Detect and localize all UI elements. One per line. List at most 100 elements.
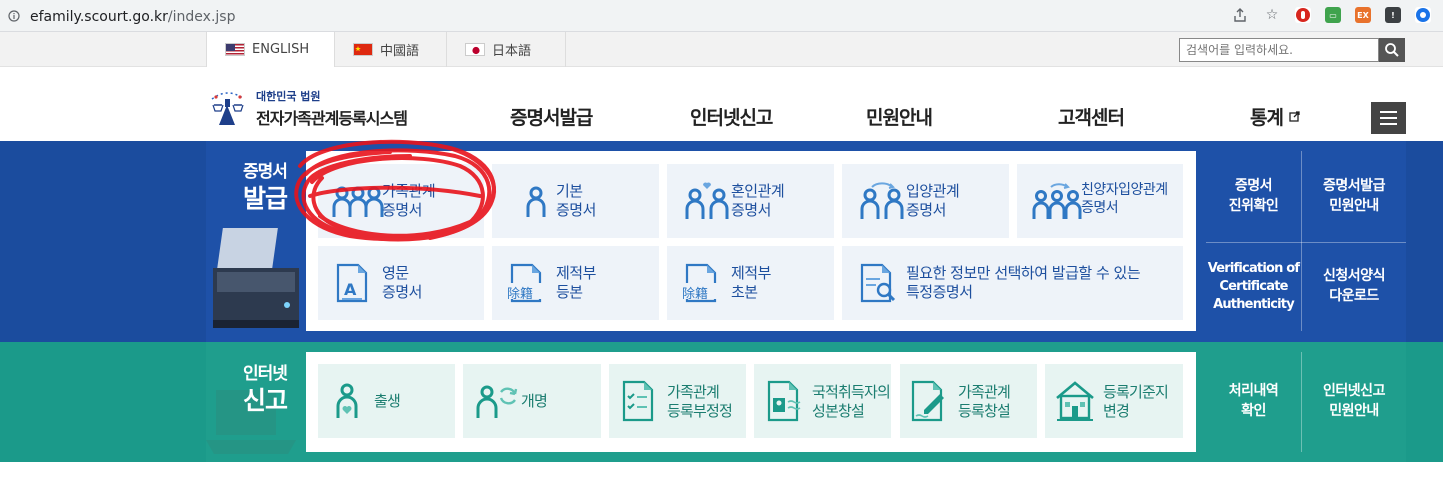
tile-naturalized-surname[interactable]: 국적취득자의 성본창설 (754, 364, 891, 438)
tile-line1: 등록기준지 (1103, 383, 1169, 401)
verify-cert-link[interactable]: 증명서 진위확인 (1206, 151, 1301, 242)
tile-basic-cert[interactable]: 기본 증명서 (492, 164, 659, 238)
checklist-icon (622, 380, 654, 422)
cert-section-title-2: 발급 (243, 184, 288, 213)
tile-base-change[interactable]: 등록기준지 변경 (1045, 364, 1183, 438)
lang-english[interactable]: ENGLISH (206, 32, 334, 67)
share-icon[interactable] (1231, 6, 1249, 24)
house-icon (1056, 381, 1094, 421)
search-button[interactable] (1379, 38, 1405, 62)
removed-badge: 除籍 (682, 287, 709, 302)
court-emblem-icon (211, 92, 245, 125)
side-line2: 민원안내 (1329, 197, 1379, 214)
tile-full-adoption-cert-label: 친양자입양관계 증명서 (1081, 182, 1168, 217)
tile-rename[interactable]: 개명 (463, 364, 601, 438)
tile-line2: 등록부정정 (667, 401, 733, 420)
side-line1: 인터넷신고 (1323, 383, 1385, 400)
jp-flag-icon (465, 43, 485, 56)
tile-english-cert[interactable]: A 영문 증명서 (318, 246, 484, 320)
side-line2: Certificate (1219, 278, 1288, 294)
side-line2: 다운로드 (1329, 288, 1379, 304)
report-section-title-2: 신고 (243, 386, 288, 415)
url-host: efamily.scourt.go.kr (30, 9, 168, 25)
full-adoption-icon (1032, 183, 1082, 219)
info-icon[interactable] (8, 10, 20, 22)
nav-civil-guide[interactable]: 민원안내 (866, 103, 933, 130)
tile-line2: 변경 (1103, 401, 1130, 420)
extension-green-icon[interactable]: ▭ (1325, 7, 1341, 23)
tile-rename-label: 개명 (521, 392, 548, 410)
tile-line2: 증명서 (556, 200, 596, 219)
tile-removed-copy[interactable]: 除籍 제적부 등본 (492, 246, 659, 320)
url-text[interactable]: efamily.scourt.go.kr/index.jsp (30, 9, 235, 25)
tile-line2: 특정증명서 (906, 282, 973, 301)
extension-dark-icon[interactable]: ! (1385, 7, 1401, 23)
family-icon (332, 186, 384, 217)
removed-badge: 除籍 (507, 287, 534, 302)
tile-base-change-label: 등록기준지 변경 (1103, 383, 1169, 421)
tile-birth[interactable]: 출생 (318, 364, 455, 438)
nav-internet-report[interactable]: 인터넷신고 (690, 103, 773, 130)
site-logo[interactable]: 대한민국 법원 전자가족관계등록시스템 (206, 85, 426, 129)
tile-line1: 제적부 (556, 264, 596, 282)
nav-certificates[interactable]: 증명서발급 (510, 103, 593, 130)
search-input[interactable] (1179, 38, 1379, 62)
tile-marriage-cert[interactable]: 혼인관계 증명서 (667, 164, 834, 238)
profile-icon[interactable] (1415, 7, 1431, 23)
tile-family-cert[interactable]: 가족관계 증명서 (318, 164, 484, 238)
rename-icon (476, 385, 518, 418)
tile-family-registration[interactable]: 가족관계 등록창설 (900, 364, 1037, 438)
tile-marriage-cert-label: 혼인관계 증명서 (731, 182, 785, 220)
printer-illustration-icon (213, 228, 299, 328)
tile-line1: 국적취득자의 (812, 383, 891, 401)
adoption-icon (860, 182, 904, 219)
report-section-title-1: 인터넷 (243, 364, 288, 384)
extension-red-icon[interactable] (1295, 7, 1311, 23)
star-icon[interactable]: ☆ (1263, 6, 1281, 24)
tile-line1: 필요한 정보만 선택하여 발급할 수 있는 (906, 264, 1141, 282)
lang-english-label: ENGLISH (252, 42, 310, 57)
tile-adoption-cert[interactable]: 입양관계 증명서 (842, 164, 1009, 238)
tile-line2: 등본 (556, 282, 583, 301)
tile-removed-copy-label: 제적부 등본 (556, 264, 596, 302)
process-history-link[interactable]: 처리내역 확인 (1206, 352, 1301, 452)
nav-statistics-label: 통계 (1250, 107, 1284, 129)
doc-edit-icon (911, 380, 944, 422)
tile-line1: 제적부 (731, 264, 771, 282)
verification-en-link[interactable]: Verification of Certificate Authenticity (1204, 243, 1303, 331)
tile-removed-abstract[interactable]: 除籍 제적부 초본 (667, 246, 834, 320)
extension-ex-icon[interactable]: EX (1355, 7, 1371, 23)
tile-line2: 초본 (731, 282, 758, 301)
report-guide-link[interactable]: 인터넷신고 민원안내 (1302, 352, 1406, 452)
external-link-icon (1288, 111, 1300, 122)
cn-flag-icon (353, 43, 373, 56)
tile-removed-abstract-label: 제적부 초본 (731, 264, 771, 302)
tile-correction[interactable]: 가족관계 등록부정정 (609, 364, 746, 438)
tile-naturalized-surname-label: 국적취득자의 성본창설 (812, 383, 891, 421)
url-path: /index.jsp (167, 9, 236, 25)
cert-guide-link[interactable]: 증명서발급 민원안내 (1302, 151, 1406, 242)
tile-line2: 등록창설 (958, 401, 1011, 420)
menu-button[interactable] (1371, 102, 1406, 134)
id-card-icon (767, 380, 801, 422)
lang-chinese[interactable]: 中國語 (334, 32, 446, 67)
tile-line2: 증명서 (906, 200, 946, 219)
tile-family-registration-label: 가족관계 등록창설 (958, 383, 1011, 421)
form-download-link[interactable]: 신청서양식 다운로드 (1302, 243, 1406, 331)
menu-bar-2 (1380, 117, 1397, 119)
person-icon (526, 186, 546, 217)
tile-specific-cert[interactable]: 필요한 정보만 선택하여 발급할 수 있는 특정증명서 (842, 246, 1183, 320)
nav-statistics[interactable]: 통계 (1250, 103, 1300, 130)
tile-line2: 증명서 (1081, 199, 1119, 216)
lang-japanese[interactable]: 日本語 (446, 32, 566, 67)
cert-section-title-1: 증명서 (243, 162, 288, 182)
search-icon (1385, 43, 1399, 57)
side-line2: 확인 (1241, 403, 1266, 419)
tile-family-cert-label: 가족관계 증명서 (382, 182, 436, 220)
address-bar[interactable]: efamily.scourt.go.kr/index.jsp (0, 2, 1190, 30)
lang-chinese-label: 中國語 (380, 44, 420, 59)
nav-customer-center[interactable]: 고객센터 (1058, 103, 1125, 130)
lang-japanese-label: 日本語 (492, 44, 532, 59)
tile-full-adoption-cert[interactable]: 친양자입양관계 증명서 (1017, 164, 1183, 238)
birth-icon (336, 383, 358, 418)
